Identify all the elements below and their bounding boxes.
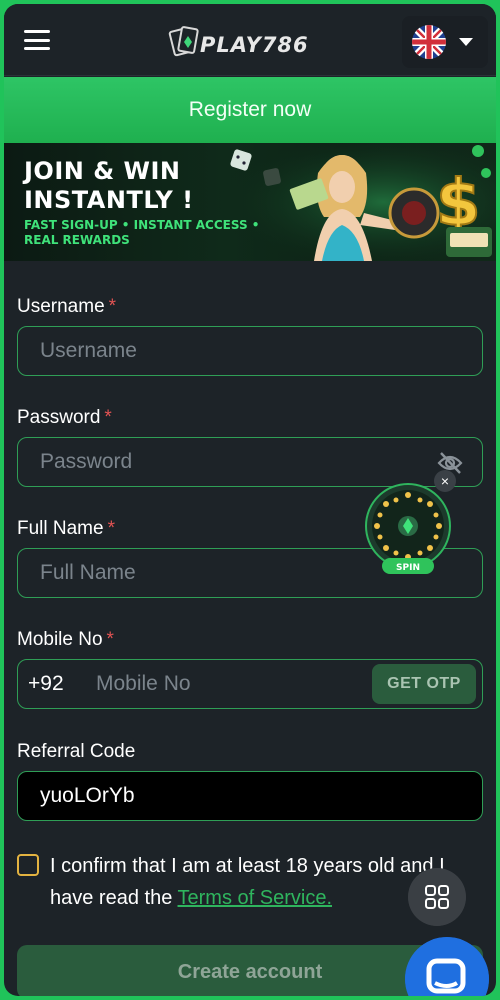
password-input[interactable] bbox=[40, 438, 420, 486]
logo-text: PLAY786 bbox=[200, 33, 309, 57]
terms-of-service-link[interactable]: Terms of Service. bbox=[178, 887, 332, 909]
promo-banner[interactable]: $ JOIN & WIN INSTANTLY ! FAST SIGN-UP • … bbox=[4, 143, 496, 261]
referral-input[interactable] bbox=[40, 772, 420, 820]
banner-title-line1: JOIN & WIN bbox=[24, 157, 181, 185]
menu-icon[interactable] bbox=[24, 30, 50, 50]
get-otp-button[interactable]: GET OTP bbox=[372, 664, 476, 704]
age-confirm-checkbox[interactable] bbox=[17, 854, 39, 876]
uk-flag-icon bbox=[412, 25, 446, 59]
banner-subtitle: FAST SIGN-UP • INSTANT ACCESS • REAL REW… bbox=[24, 218, 260, 247]
grid-icon[interactable] bbox=[408, 868, 466, 926]
username-field[interactable] bbox=[17, 326, 483, 376]
mobile-label-text: Mobile No bbox=[17, 629, 103, 650]
top-bar: PLAY786 bbox=[4, 4, 496, 76]
password-label: Password * bbox=[17, 407, 112, 429]
required-mark: * bbox=[106, 629, 114, 650]
register-now-bar[interactable]: Register now bbox=[4, 77, 496, 143]
chevron-down-icon bbox=[459, 38, 473, 46]
username-label-text: Username bbox=[17, 296, 105, 317]
full-name-label: Full Name * bbox=[17, 518, 115, 540]
full-name-label-text: Full Name bbox=[17, 518, 104, 539]
banner-title: JOIN & WIN INSTANTLY ! bbox=[24, 157, 194, 215]
play786-logo[interactable]: PLAY786 bbox=[168, 22, 328, 62]
country-code: +92 bbox=[28, 672, 64, 695]
username-input[interactable] bbox=[40, 327, 420, 375]
language-selector[interactable] bbox=[402, 16, 488, 68]
mobile-label: Mobile No * bbox=[17, 629, 114, 651]
required-mark: * bbox=[107, 518, 115, 539]
full-name-input[interactable] bbox=[40, 549, 420, 597]
register-now-label: Register now bbox=[188, 98, 312, 121]
required-mark: * bbox=[108, 296, 117, 317]
app-frame: PLAY786 Register now $ JOIN & WIN INSTAN… bbox=[4, 4, 496, 996]
mobile-field[interactable]: +92 GET OTP bbox=[17, 659, 483, 709]
referral-label: Referral Code bbox=[17, 741, 136, 762]
spin-label: SPIN bbox=[396, 563, 420, 573]
password-label-text: Password bbox=[17, 407, 101, 428]
mobile-input[interactable] bbox=[96, 660, 366, 708]
close-icon[interactable]: × bbox=[434, 470, 456, 492]
referral-field[interactable] bbox=[17, 771, 483, 821]
required-mark: * bbox=[104, 407, 112, 428]
username-label: Username * bbox=[17, 296, 116, 318]
banner-title-line2: INSTANTLY ! bbox=[24, 186, 194, 214]
